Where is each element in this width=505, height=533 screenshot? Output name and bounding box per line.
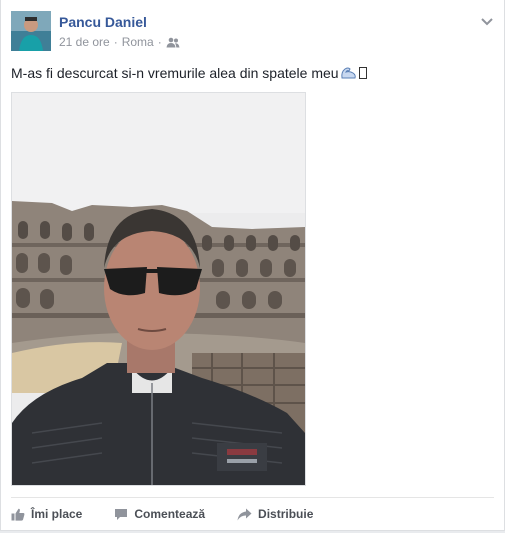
like-button[interactable]: Îmi place xyxy=(11,507,82,521)
unknown-glyph-icon xyxy=(358,67,367,79)
share-button[interactable]: Distribuie xyxy=(237,507,313,521)
post-photo[interactable] xyxy=(11,92,306,486)
chevron-down-icon[interactable] xyxy=(480,14,494,26)
actions-divider xyxy=(11,497,494,498)
meta-separator: · xyxy=(113,35,118,49)
friends-icon[interactable] xyxy=(166,37,180,48)
author-name[interactable]: Pancu Daniel xyxy=(59,14,147,30)
post-time[interactable]: 21 de ore xyxy=(59,35,110,49)
flexed-biceps-icon xyxy=(340,66,358,80)
post-meta: 21 de ore · Roma · xyxy=(59,35,180,49)
post-location[interactable]: Roma xyxy=(122,35,154,49)
meta-separator-2: · xyxy=(157,35,162,49)
comment-button[interactable]: Comentează xyxy=(114,507,205,521)
post-text: M-as fi descurcat si-n vremurile alea di… xyxy=(11,64,494,82)
comment-label: Comentează xyxy=(134,507,206,521)
thumbs-up-icon xyxy=(11,508,25,521)
like-label: Îmi place xyxy=(31,507,83,521)
post-actions: Îmi place Comentează Distribuie xyxy=(11,504,494,524)
share-icon xyxy=(237,508,252,520)
avatar[interactable] xyxy=(11,11,51,51)
comment-icon xyxy=(115,508,128,520)
post-text-content: M-as fi descurcat si-n vremurile alea di… xyxy=(11,65,339,81)
share-label: Distribuie xyxy=(258,507,314,521)
post-card: Pancu Daniel 21 de ore · Roma · M-as fi … xyxy=(0,0,505,531)
post-header: Pancu Daniel 21 de ore · Roma · xyxy=(11,11,494,53)
